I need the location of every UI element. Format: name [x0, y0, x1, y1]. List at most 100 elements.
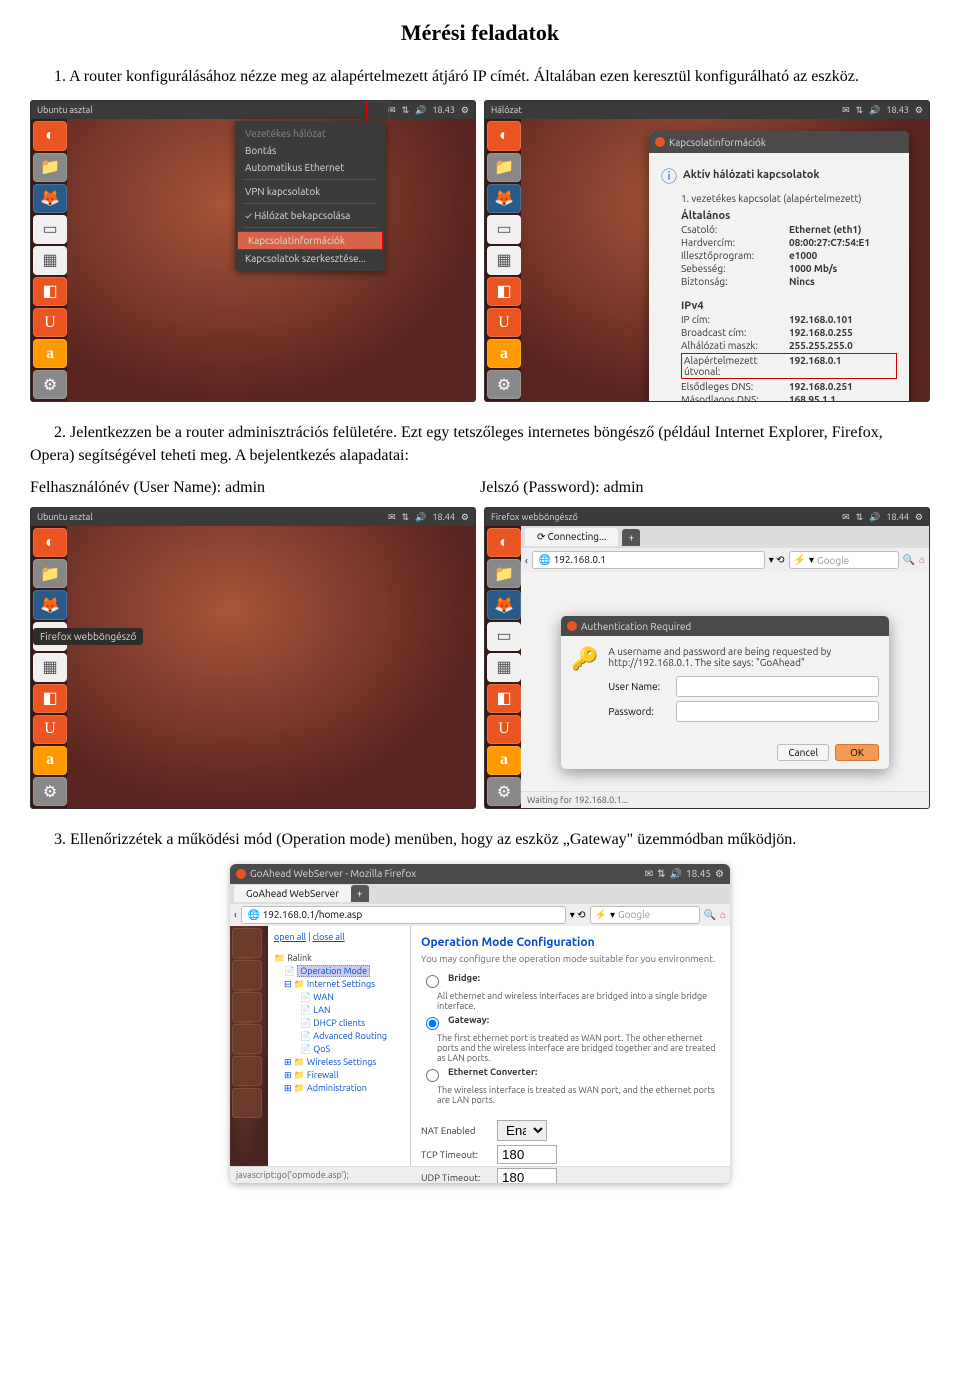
- mail-icon: ✉: [842, 105, 850, 116]
- tree-wireless[interactable]: ⊞ 📁 Wireless Settings: [274, 1056, 404, 1069]
- amazon-icon[interactable]: a: [487, 746, 521, 775]
- search-icon[interactable]: 🔍: [903, 554, 915, 566]
- home-icon[interactable]: ⌂: [720, 909, 726, 921]
- doc-icon[interactable]: ▭: [487, 215, 521, 244]
- tree-routing[interactable]: 📄 Advanced Routing: [274, 1030, 404, 1043]
- menu-item-vpn[interactable]: VPN kapcsolatok: [235, 183, 385, 200]
- reload-icon[interactable]: ▾ ⟲: [570, 909, 586, 921]
- tree-firewall[interactable]: ⊞ 📁 Firewall: [274, 1069, 404, 1082]
- radio-gateway[interactable]: [426, 1017, 439, 1030]
- tcp-timeout-input[interactable]: [497, 1145, 557, 1164]
- menu-item-auto-eth[interactable]: Automatikus Ethernet: [235, 159, 385, 176]
- tree-lan[interactable]: 📄 LAN: [274, 1004, 404, 1017]
- close-icon[interactable]: [236, 869, 246, 879]
- menu-item-info[interactable]: Kapcsolatinformációk: [237, 231, 383, 250]
- gear-icon[interactable]: ⚙: [461, 512, 469, 523]
- tree-wan[interactable]: 📄 WAN: [274, 991, 404, 1004]
- amazon-icon[interactable]: a: [487, 339, 521, 368]
- tree-dhcp[interactable]: 📄 DHCP clients: [274, 1017, 404, 1030]
- calc-icon[interactable]: ▦: [487, 653, 521, 682]
- tree-qos[interactable]: 📄 QoS: [274, 1043, 404, 1056]
- nat-select[interactable]: Enable: [497, 1120, 547, 1141]
- new-tab-button[interactable]: +: [351, 885, 369, 902]
- cancel-button[interactable]: Cancel: [777, 744, 829, 761]
- software-icon[interactable]: ◧: [33, 684, 67, 713]
- tree-operation-mode[interactable]: 📄 Operation Mode: [274, 965, 404, 978]
- software-icon[interactable]: [232, 1088, 262, 1118]
- doc-icon[interactable]: ▭: [33, 215, 67, 244]
- settings-icon[interactable]: ⚙: [33, 370, 67, 399]
- menu-item-edit[interactable]: Kapcsolatok szerkesztése...: [235, 250, 385, 267]
- home-icon[interactable]: ⌂: [919, 554, 925, 566]
- settings-icon[interactable]: ⚙: [487, 777, 521, 806]
- files-icon[interactable]: [232, 960, 262, 990]
- gear-icon[interactable]: ⚙: [915, 105, 923, 116]
- search-icon[interactable]: 🔍: [704, 909, 716, 921]
- back-icon[interactable]: ‹: [234, 909, 237, 920]
- tree-admin[interactable]: ⊞ 📁 Administration: [274, 1082, 404, 1095]
- amazon-icon[interactable]: a: [33, 339, 67, 368]
- info-key: Illesztőprogram:: [681, 250, 789, 261]
- udp-timeout-input[interactable]: [497, 1168, 557, 1183]
- tree-open-all[interactable]: open all: [274, 932, 306, 942]
- files-icon[interactable]: 📁: [33, 153, 67, 182]
- ubuntu-one-icon[interactable]: U: [487, 308, 521, 337]
- network-icon[interactable]: ⇅: [402, 105, 410, 116]
- search-input[interactable]: ⚡▾ Google: [789, 551, 899, 569]
- ok-button[interactable]: OK: [835, 744, 879, 761]
- reload-icon[interactable]: ▾ ⟲: [769, 554, 785, 566]
- dash-icon[interactable]: ◐: [487, 121, 521, 150]
- dash-icon[interactable]: ◐: [487, 528, 521, 557]
- doc-icon[interactable]: ▭: [487, 622, 521, 651]
- settings-icon[interactable]: ⚙: [33, 777, 67, 806]
- url-input[interactable]: 🌐 192.168.0.1/home.asp: [241, 906, 566, 924]
- dash-icon[interactable]: ◐: [33, 528, 67, 557]
- ubuntu-one-icon[interactable]: U: [33, 308, 67, 337]
- tree-internet-settings[interactable]: ⊟ 📁 Internet Settings: [274, 978, 404, 991]
- tree-close-all[interactable]: close all: [313, 932, 345, 942]
- ubuntu-one-icon[interactable]: U: [33, 715, 67, 744]
- back-icon[interactable]: ‹: [525, 555, 528, 566]
- close-icon[interactable]: [655, 137, 665, 147]
- calc-icon[interactable]: ▦: [33, 653, 67, 682]
- browser-tab[interactable]: GoAhead WebServer: [234, 885, 351, 902]
- search-input[interactable]: ⚡▾ Google: [590, 906, 700, 924]
- doc-icon[interactable]: [232, 1024, 262, 1054]
- gear-icon[interactable]: ⚙: [915, 512, 923, 523]
- browser-tab[interactable]: ⟳ Connecting...: [525, 528, 618, 546]
- url-input[interactable]: 🌐 192.168.0.1: [532, 551, 765, 569]
- amazon-icon[interactable]: a: [33, 746, 67, 775]
- software-icon[interactable]: ◧: [487, 684, 521, 713]
- password-input[interactable]: [676, 701, 879, 722]
- clock: 18.43: [886, 105, 909, 115]
- menu-item-enable[interactable]: ✓ Hálózat bekapcsolása: [235, 207, 385, 224]
- radio-ethernet-converter[interactable]: [426, 1069, 439, 1082]
- radio-bridge[interactable]: [426, 975, 439, 988]
- dash-icon[interactable]: [232, 928, 262, 958]
- calc-icon[interactable]: [232, 1056, 262, 1086]
- files-icon[interactable]: 📁: [487, 559, 521, 588]
- dash-icon[interactable]: ◐: [33, 121, 67, 150]
- ubuntu-one-icon[interactable]: U: [487, 715, 521, 744]
- menu-item-disconnect[interactable]: Bontás: [235, 142, 385, 159]
- calc-icon[interactable]: ▦: [487, 246, 521, 275]
- files-icon[interactable]: 📁: [487, 153, 521, 182]
- firefox-icon[interactable]: 🦊: [33, 184, 67, 213]
- gear-icon[interactable]: ⚙: [461, 105, 469, 116]
- firefox-icon[interactable]: 🦊: [487, 590, 521, 619]
- username-input[interactable]: [676, 676, 879, 697]
- files-icon[interactable]: 📁: [33, 559, 67, 588]
- software-icon[interactable]: ◧: [33, 277, 67, 306]
- settings-icon[interactable]: ⚙: [487, 370, 521, 399]
- info-val: 168.95.1.1: [789, 394, 897, 402]
- tcp-label: TCP Timeout:: [421, 1149, 491, 1160]
- opt-gateway-label: Gateway:: [448, 1014, 489, 1030]
- software-icon[interactable]: ◧: [487, 277, 521, 306]
- calc-icon[interactable]: ▦: [33, 246, 67, 275]
- firefox-icon[interactable]: 🦊: [33, 590, 67, 619]
- gear-icon[interactable]: ⚙: [715, 868, 724, 880]
- new-tab-button[interactable]: +: [622, 529, 640, 546]
- firefox-icon[interactable]: 🦊: [487, 184, 521, 213]
- firefox-icon[interactable]: [232, 992, 262, 1022]
- close-icon[interactable]: [567, 621, 577, 631]
